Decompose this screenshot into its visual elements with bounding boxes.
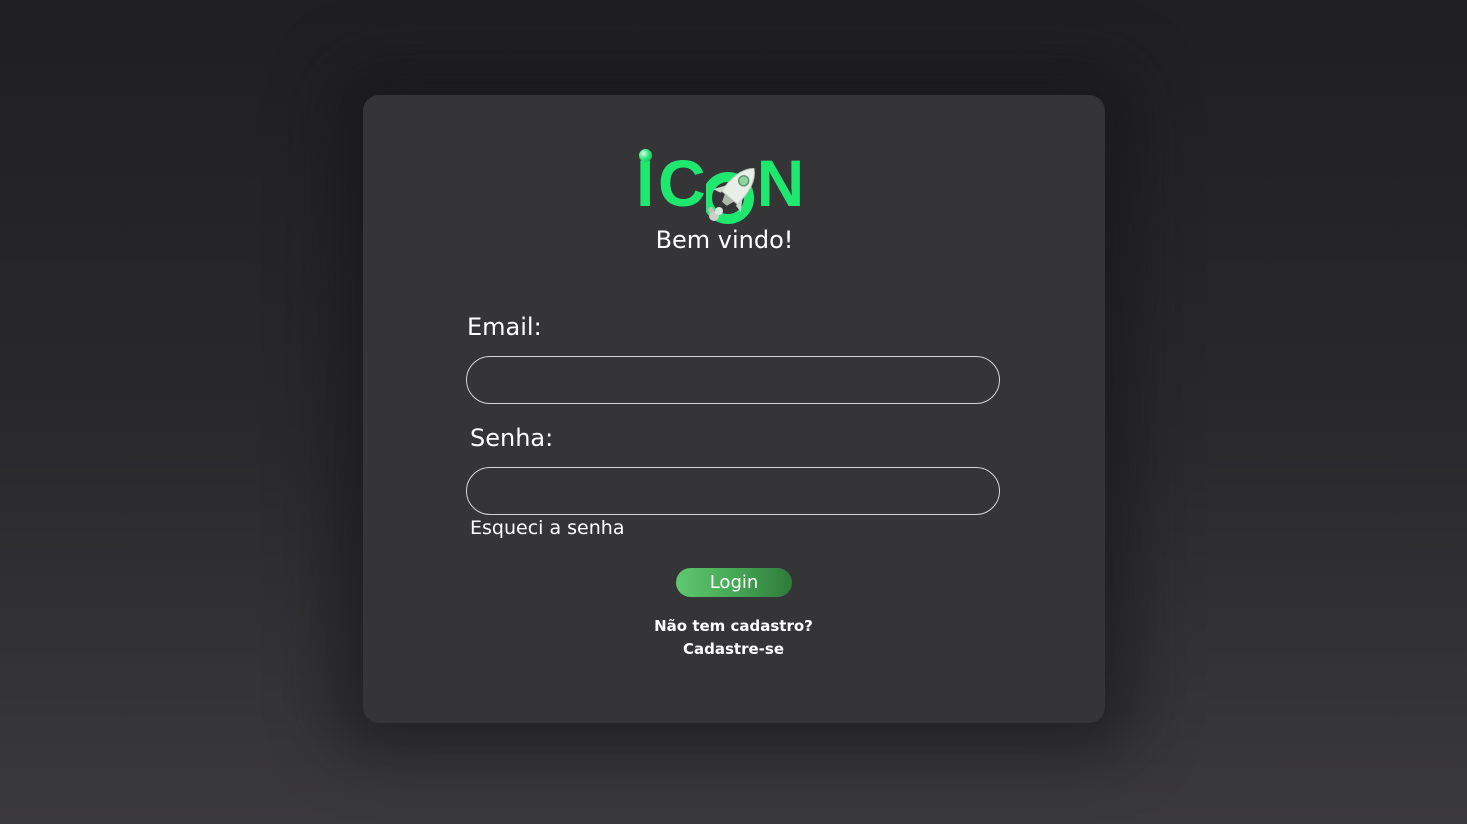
password-field[interactable] [466, 467, 1000, 515]
logo-dot-icon [639, 149, 652, 162]
email-field[interactable] [466, 356, 1000, 404]
signup-prompt: Não tem cadastro? [654, 617, 813, 635]
rocket-icon [706, 168, 755, 224]
signup-link[interactable]: Cadastre-se [0, 640, 1467, 658]
email-label: Email: [467, 313, 542, 341]
welcome-heading: Bem vindo! [0, 226, 1467, 254]
brand-logo: IC N [636, 146, 822, 226]
welcome-text: Bem vindo! [655, 226, 794, 254]
login-button[interactable]: Login [676, 568, 792, 597]
password-label: Senha: [470, 424, 554, 452]
forgot-password-link[interactable]: Esqueci a senha [470, 517, 624, 539]
